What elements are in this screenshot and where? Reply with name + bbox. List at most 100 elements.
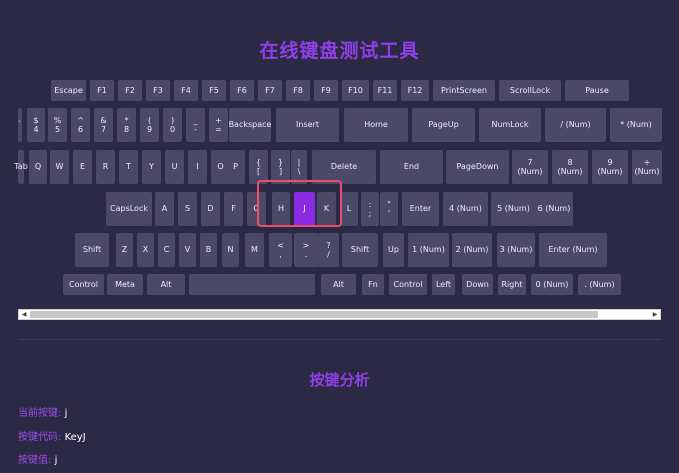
horizontal-scrollbar[interactable]: ◀ ▶ <box>18 309 661 320</box>
key-space[interactable] <box>189 274 315 295</box>
key-enter-num[interactable]: Enter (Num) <box>539 233 607 267</box>
key-sym-4-10[interactable]: ? / <box>318 233 339 267</box>
key-up[interactable]: Up <box>383 233 404 267</box>
key-num[interactable]: + (Num) <box>632 150 662 184</box>
key-sym-3-10[interactable]: : ; <box>361 192 379 226</box>
key-sym-2-12[interactable]: } ] <box>271 150 290 184</box>
key-down[interactable]: Down <box>462 274 493 295</box>
key-f7[interactable]: F7 <box>258 80 282 101</box>
key-0-num[interactable]: 0 (Num) <box>531 274 573 295</box>
key-right[interactable]: Right <box>498 274 526 295</box>
key-d[interactable]: D <box>201 192 220 226</box>
key-u[interactable]: U <box>165 150 184 184</box>
key-fn[interactable]: Fn <box>362 274 384 295</box>
key-left[interactable]: Left <box>432 274 455 295</box>
key-4-num[interactable]: 4 (Num) <box>443 192 488 226</box>
key-m[interactable]: M <box>245 233 264 267</box>
key-f9[interactable]: F9 <box>314 80 338 101</box>
key-8[interactable]: * 8 <box>117 108 136 142</box>
key-numlock[interactable]: NumLock <box>479 108 541 142</box>
key-num[interactable]: . (Num) <box>578 274 621 295</box>
key-num[interactable]: / (Num) <box>545 108 606 142</box>
key-num[interactable]: * (Num) <box>610 108 662 142</box>
key-2-num[interactable]: 2 (Num) <box>452 233 492 267</box>
key-v[interactable]: V <box>179 233 196 267</box>
key-f[interactable]: F <box>224 192 243 226</box>
key-c[interactable]: C <box>158 233 175 267</box>
key-pagedown[interactable]: PageDown <box>446 150 509 184</box>
key-7-num[interactable]: 7 (Num) <box>512 150 548 184</box>
key-q[interactable]: Q <box>29 150 47 184</box>
key-8-num[interactable]: 8 (Num) <box>552 150 588 184</box>
key-backspace[interactable]: Backspace <box>229 108 271 142</box>
key-j[interactable]: J <box>294 192 315 226</box>
key-pause[interactable]: Pause <box>565 80 629 101</box>
key-5-num[interactable]: 5 (Num) <box>491 192 536 226</box>
key-f6[interactable]: F6 <box>230 80 254 101</box>
key-home[interactable]: Home <box>344 108 408 142</box>
key-control[interactable]: Control <box>389 274 427 295</box>
key-shift[interactable]: Shift <box>75 233 109 267</box>
key-r[interactable]: R <box>96 150 115 184</box>
key-6-num[interactable]: 6 (Num) <box>535 192 573 226</box>
key-meta[interactable]: Meta <box>107 274 143 295</box>
scroll-right-icon[interactable]: ▶ <box>650 310 660 319</box>
key-capslock[interactable]: CapsLock <box>106 192 152 226</box>
key-y[interactable]: Y <box>142 150 161 184</box>
key-p[interactable]: P <box>226 150 245 184</box>
key-4[interactable]: $ 4 <box>27 108 45 142</box>
key-w[interactable]: W <box>50 150 69 184</box>
key-g[interactable]: G <box>247 192 266 226</box>
key-f8[interactable]: F8 <box>286 80 310 101</box>
key-f2[interactable]: F2 <box>118 80 142 101</box>
key-sym-1-8[interactable]: _ - <box>186 108 205 142</box>
key-l[interactable]: L <box>340 192 358 226</box>
key-1-num[interactable]: 1 (Num) <box>408 233 449 267</box>
key-insert[interactable]: Insert <box>276 108 339 142</box>
key-9-num[interactable]: 9 (Num) <box>592 150 628 184</box>
scroll-left-icon[interactable]: ◀ <box>19 310 29 319</box>
key-k[interactable]: K <box>317 192 336 226</box>
key-9[interactable]: ( 9 <box>140 108 159 142</box>
key-tab[interactable]: Tab <box>14 150 28 184</box>
key-f10[interactable]: F10 <box>342 80 369 101</box>
key-b[interactable]: B <box>200 233 217 267</box>
key-printscreen[interactable]: PrintScreen <box>433 80 495 101</box>
key-sym-2-13[interactable]: | \ <box>291 150 307 184</box>
key-i[interactable]: I <box>188 150 207 184</box>
key-sym-4-8[interactable]: < , <box>269 233 292 267</box>
key-escape[interactable]: Escape <box>51 80 86 101</box>
key-enter[interactable]: Enter <box>402 192 439 226</box>
key-shift[interactable]: Shift <box>342 233 378 267</box>
key-0[interactable]: ) 0 <box>163 108 182 142</box>
key-7[interactable]: & 7 <box>94 108 113 142</box>
key-z[interactable]: Z <box>116 233 133 267</box>
key-f4[interactable]: F4 <box>174 80 198 101</box>
scroll-thumb[interactable] <box>30 311 598 318</box>
key-6[interactable]: ^ 6 <box>71 108 90 142</box>
key-s[interactable]: S <box>178 192 197 226</box>
key-f5[interactable]: F5 <box>202 80 226 101</box>
key-5[interactable]: % 5 <box>48 108 67 142</box>
key-x[interactable]: X <box>137 233 154 267</box>
key-t[interactable]: T <box>119 150 138 184</box>
key-3-num[interactable]: 3 (Num) <box>497 233 535 267</box>
key-sym-2-11[interactable]: { [ <box>249 150 268 184</box>
key-scrolllock[interactable]: ScrollLock <box>499 80 561 101</box>
key-sym-1-9[interactable]: + = <box>209 108 228 142</box>
key-alt[interactable]: Alt <box>321 274 356 295</box>
key-sym-1-0[interactable]: ` <box>18 108 22 142</box>
key-sym-3-11[interactable]: " ' <box>380 192 398 226</box>
key-f11[interactable]: F11 <box>373 80 397 101</box>
key-f3[interactable]: F3 <box>146 80 170 101</box>
key-a[interactable]: A <box>155 192 174 226</box>
key-e[interactable]: E <box>73 150 92 184</box>
key-h[interactable]: H <box>272 192 290 226</box>
key-pageup[interactable]: PageUp <box>412 108 475 142</box>
key-f1[interactable]: F1 <box>90 80 114 101</box>
key-end[interactable]: End <box>380 150 443 184</box>
key-sym-4-9[interactable]: > . <box>294 233 318 267</box>
key-delete[interactable]: Delete <box>312 150 376 184</box>
key-n[interactable]: N <box>222 233 239 267</box>
key-f12[interactable]: F12 <box>401 80 429 101</box>
